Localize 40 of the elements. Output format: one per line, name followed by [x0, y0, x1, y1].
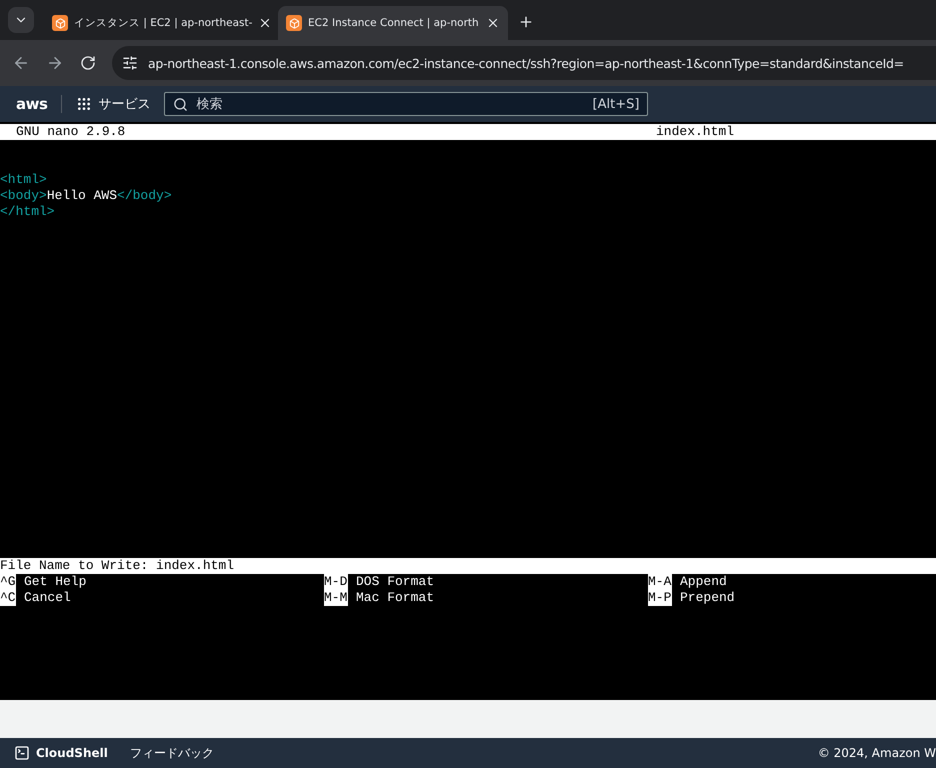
cube-icon	[286, 15, 302, 31]
url-text: ap-northeast-1.console.aws.amazon.com/ec2-instance-connect/ssh?region=ap-northeast-1&connType=standard&instanceId=	[148, 56, 904, 70]
shortcut-hint: [Alt+S]	[592, 96, 640, 112]
new-tab-icon[interactable]	[518, 14, 534, 30]
copyright-text: © 2024, Amazon W	[818, 746, 936, 760]
save-prompt[interactable]: File Name to Write: index.html	[0, 558, 936, 574]
search-field[interactable]: 検索 [Alt+S]	[164, 92, 648, 116]
browser-tab[interactable]: EC2 Instance Connect | ap-north	[278, 6, 508, 40]
shortcut-key: ^G	[0, 574, 16, 590]
code-line: </html>	[0, 204, 55, 219]
code-line: <body>Hello AWS</body>	[0, 188, 172, 203]
back-icon[interactable]	[12, 54, 30, 72]
tab-list-button[interactable]	[8, 7, 34, 33]
shortcut-key: ^C	[0, 590, 16, 606]
grid-icon	[76, 96, 92, 112]
feedback-link[interactable]: フィードバック	[130, 744, 214, 762]
shortcut-label: Append	[680, 574, 727, 589]
shortcut-key: M-A	[648, 574, 672, 590]
address-bar[interactable]: ap-northeast-1.console.aws.amazon.com/ec2-instance-connect/ssh?region=ap-northeast-1&connType=standard&instanceId=	[112, 46, 936, 80]
nano-version: GNU nano 2.9.8	[16, 124, 126, 140]
shortcut-label: DOS Format	[356, 574, 434, 589]
terminal-icon	[14, 745, 30, 761]
cloudshell-button[interactable]: CloudShell	[14, 745, 108, 761]
forward-icon[interactable]	[46, 54, 64, 72]
shortcut-key: M-M	[324, 590, 348, 606]
file-name: index.html	[656, 124, 736, 140]
shortcut-label: Mac Format	[356, 590, 434, 605]
shortcut-label: Prepend	[680, 590, 735, 605]
aws-logo[interactable]: aws	[16, 95, 62, 113]
shortcut-key: M-D	[324, 574, 348, 590]
browser-tab[interactable]: インスタンス | EC2 | ap-northeast-	[44, 6, 274, 40]
reload-icon[interactable]	[80, 55, 96, 71]
shortcut-label: Cancel	[24, 590, 71, 605]
code-line: <html>	[0, 172, 47, 187]
services-menu[interactable]: サービス	[62, 95, 164, 113]
search-icon	[173, 96, 188, 112]
site-info-icon[interactable]	[122, 55, 138, 71]
close-icon[interactable]	[486, 16, 500, 30]
shortcut-key: M-P	[648, 590, 672, 606]
shortcut-label: Get Help	[24, 574, 86, 589]
